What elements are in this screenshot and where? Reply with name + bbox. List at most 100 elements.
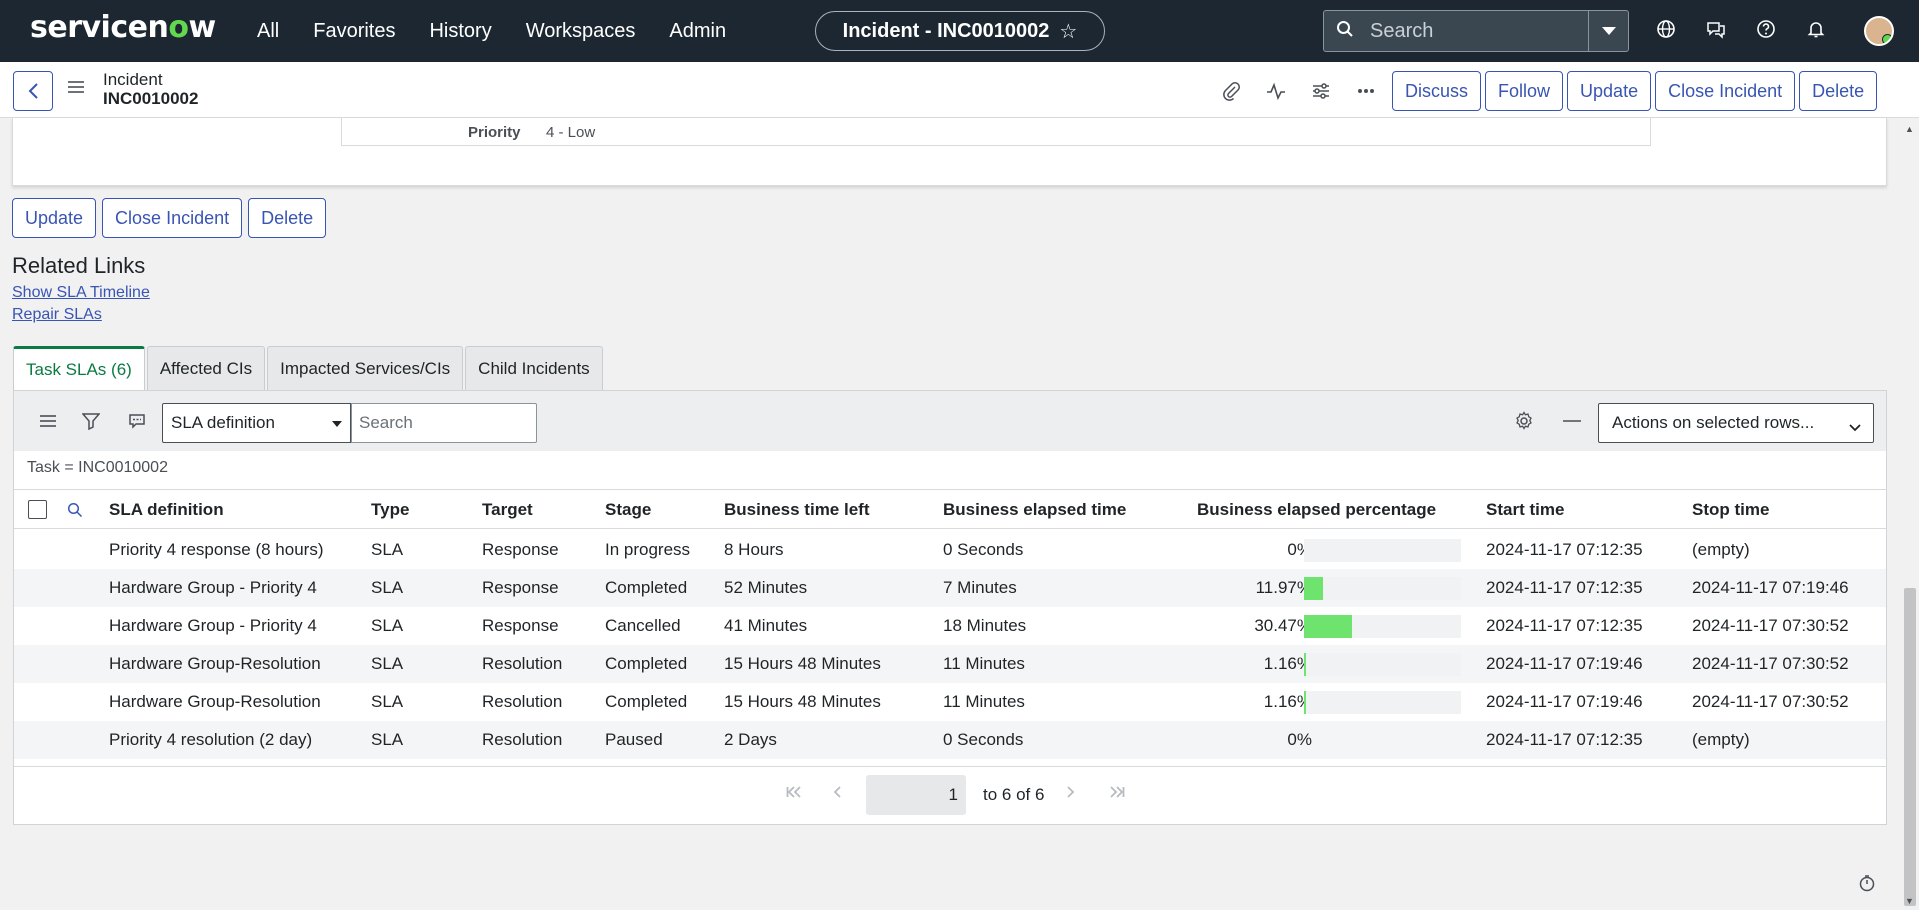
cell-sla-definition: Hardware Group - Priority 4: [109, 616, 317, 635]
global-search[interactable]: Search: [1323, 10, 1629, 52]
timer-icon[interactable]: [1858, 874, 1876, 896]
nav-admin[interactable]: Admin: [669, 20, 726, 43]
star-icon[interactable]: ☆: [1059, 19, 1077, 44]
update-button-bottom[interactable]: Update: [12, 198, 97, 238]
column-business-elapsed-time[interactable]: Business elapsed time: [943, 500, 1126, 520]
column-sla-definition[interactable]: SLA definition: [109, 500, 224, 520]
column-search-icon[interactable]: [65, 500, 85, 520]
nav-favorites[interactable]: Favorites: [313, 20, 395, 43]
top-navigation: servicenow All Favorites History Workspa…: [0, 0, 1919, 62]
cell-stop-time: (empty): [1692, 730, 1750, 749]
chat-icon[interactable]: [1705, 18, 1727, 40]
list-breadcrumb[interactable]: Task = INC0010002: [27, 459, 168, 477]
related-list-tabs: Task SLAs (6) Affected CIs Impacted Serv…: [13, 346, 603, 391]
select-all-checkbox[interactable]: [28, 500, 47, 519]
nav-workspaces[interactable]: Workspaces: [526, 20, 636, 43]
collapse-icon[interactable]: [1562, 411, 1582, 431]
user-avatar[interactable]: [1864, 16, 1894, 46]
close-incident-button-bottom[interactable]: Close Incident: [102, 198, 243, 238]
cell-target: Resolution: [482, 692, 563, 711]
cell-stop-time: (empty): [1692, 540, 1750, 559]
elapsed-percentage-fill: [1304, 577, 1323, 600]
list-pagination: 1 to 6 of 6: [14, 766, 1886, 826]
settings-sliders-icon[interactable]: [1310, 80, 1331, 101]
table-row[interactable]: Hardware Group-Resolution SLA Resolution Co…: [14, 683, 1886, 721]
servicenow-logo[interactable]: servicenow: [30, 10, 216, 45]
nav-history[interactable]: History: [429, 20, 491, 43]
cell-business-elapsed-percentage: 30.47%: [1254, 616, 1312, 635]
cell-target: Resolution: [482, 730, 563, 749]
globe-icon[interactable]: [1655, 18, 1677, 40]
scrollbar-thumb[interactable]: [1904, 588, 1916, 906]
bell-icon[interactable]: [1805, 18, 1827, 40]
scroll-down-icon[interactable]: ▼: [1905, 896, 1914, 906]
column-business-elapsed-percentage[interactable]: Business elapsed percentage: [1197, 500, 1436, 520]
cell-business-elapsed-time: 0 Seconds: [943, 540, 1024, 559]
column-target[interactable]: Target: [482, 500, 533, 520]
column-stage[interactable]: Stage: [605, 500, 651, 520]
discuss-button[interactable]: Discuss: [1392, 71, 1482, 111]
cell-sla-definition: Hardware Group-Resolution: [109, 654, 321, 673]
cell-business-elapsed-time: 18 Minutes: [943, 616, 1027, 635]
column-stop-time[interactable]: Stop time: [1692, 500, 1769, 520]
paperclip-icon[interactable]: [1220, 80, 1241, 101]
cell-type: SLA: [371, 692, 404, 711]
tab-impacted-services[interactable]: Impacted Services/CIs: [267, 346, 464, 391]
list-menu-icon[interactable]: [38, 411, 58, 431]
context-title-pill[interactable]: Incident - INC0010002 ☆: [815, 11, 1105, 51]
scroll-up-icon[interactable]: ▲: [1905, 124, 1914, 134]
table-row[interactable]: Hardware Group - Priority 4 SLA Response Co…: [14, 569, 1886, 607]
form-card: Priority 4 - Low: [12, 118, 1887, 186]
next-page-icon[interactable]: [1067, 785, 1075, 801]
repair-slas-link[interactable]: Repair SLAs: [12, 306, 102, 324]
show-sla-timeline-link[interactable]: Show SLA Timeline: [12, 284, 150, 302]
nav-all[interactable]: All: [257, 20, 279, 43]
tab-child-incidents[interactable]: Child Incidents: [465, 346, 603, 391]
form-bottom-buttons: Update Close Incident Delete: [12, 198, 327, 238]
follow-button[interactable]: Follow: [1485, 71, 1564, 111]
tab-affected-cis[interactable]: Affected CIs: [146, 346, 266, 391]
filter-icon[interactable]: [81, 411, 101, 431]
cell-target: Response: [482, 540, 559, 559]
help-icon[interactable]: [1755, 18, 1777, 40]
activity-icon[interactable]: [1265, 80, 1286, 101]
search-field-select[interactable]: SLA definition: [162, 403, 351, 443]
first-page-icon[interactable]: [786, 785, 802, 801]
delete-button[interactable]: Delete: [1799, 71, 1878, 111]
column-type[interactable]: Type: [371, 500, 409, 520]
search-dropdown-button[interactable]: [1588, 11, 1628, 51]
page-number-input[interactable]: 1: [866, 775, 966, 815]
table-row[interactable]: Hardware Group - Priority 4 SLA Response Ca…: [14, 607, 1886, 645]
table-row[interactable]: Hardware Group-Resolution SLA Resolution Co…: [14, 645, 1886, 683]
column-start-time[interactable]: Start time: [1486, 500, 1564, 520]
cell-sla-definition: Priority 4 response (8 hours): [109, 540, 324, 559]
cell-type: SLA: [371, 616, 404, 635]
more-options-icon[interactable]: [1355, 80, 1376, 101]
actions-select[interactable]: Actions on selected rows...: [1598, 403, 1874, 443]
logo-text-prefix: servicen: [30, 10, 169, 45]
page-scrollbar[interactable]: ▲ ▼: [1901, 118, 1919, 910]
update-button[interactable]: Update: [1567, 71, 1652, 111]
cell-sla-definition: Hardware Group-Resolution: [109, 692, 321, 711]
back-button[interactable]: [13, 71, 53, 111]
prev-page-icon[interactable]: [833, 785, 841, 801]
priority-label: Priority: [468, 124, 521, 141]
list-search-input[interactable]: Search: [351, 403, 537, 443]
cell-business-time-left: 52 Minutes: [724, 578, 808, 597]
cell-type: SLA: [371, 654, 404, 673]
close-incident-button[interactable]: Close Incident: [1655, 71, 1796, 111]
record-number: INC0010002: [103, 89, 199, 108]
hamburger-menu-icon[interactable]: [68, 80, 88, 98]
comment-icon[interactable]: [127, 411, 147, 431]
table-row[interactable]: Priority 4 response (8 hours) SLA Response…: [14, 531, 1886, 569]
last-page-icon[interactable]: [1109, 785, 1125, 801]
header-icons: [1220, 80, 1376, 101]
tab-task-slas[interactable]: Task SLAs (6): [13, 346, 145, 391]
delete-button-bottom[interactable]: Delete: [248, 198, 327, 238]
cell-start-time: 2024-11-17 07:12:35: [1486, 730, 1643, 749]
global-search-input[interactable]: Search: [1370, 20, 1588, 43]
gear-icon[interactable]: [1514, 411, 1534, 431]
cell-business-time-left: 15 Hours 48 Minutes: [724, 654, 881, 673]
table-row[interactable]: Priority 4 resolution (2 day) SLA Resoluti…: [14, 721, 1886, 759]
column-business-time-left[interactable]: Business time left: [724, 500, 870, 520]
